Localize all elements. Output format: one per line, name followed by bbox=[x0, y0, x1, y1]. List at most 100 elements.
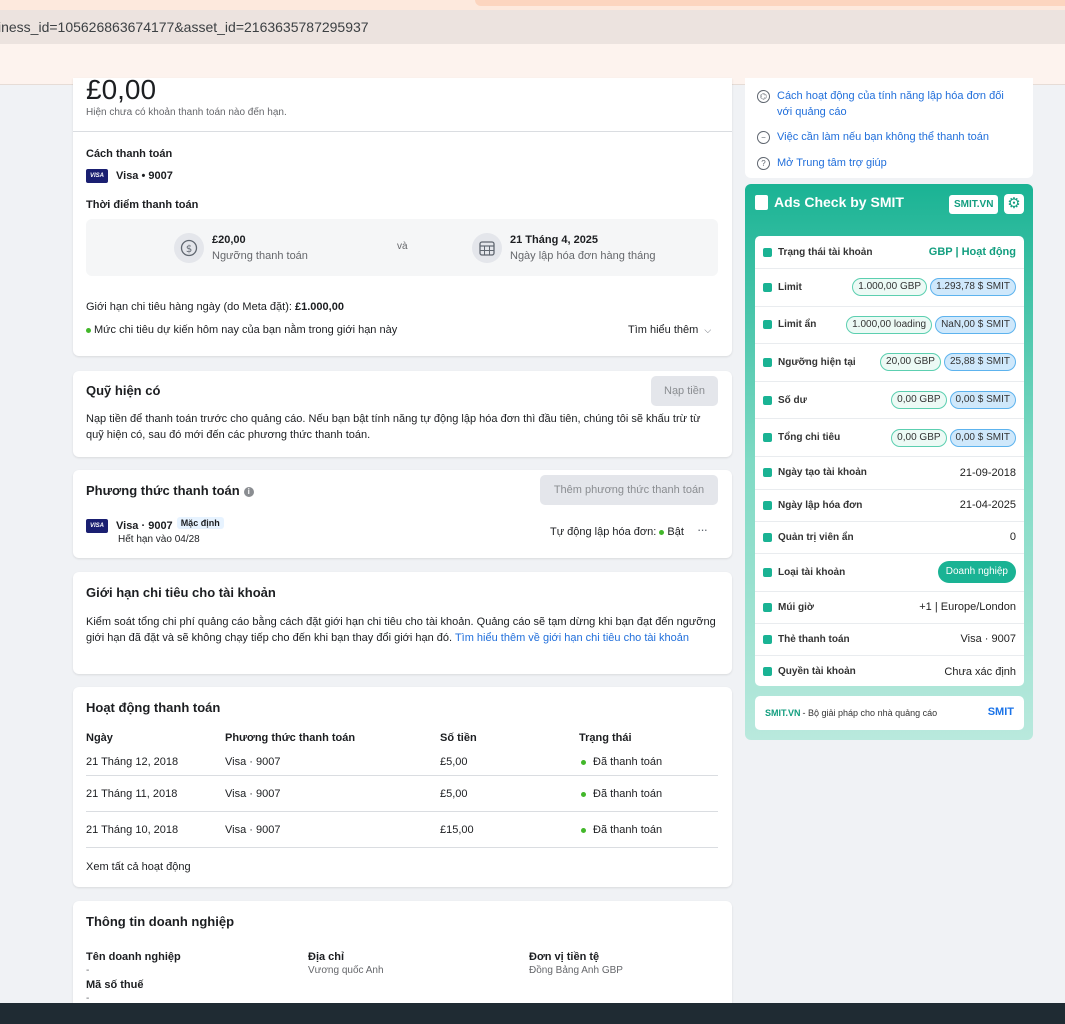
methods-header: Phương thức thanh toán i bbox=[86, 483, 254, 498]
browser-tab[interactable] bbox=[475, 0, 1065, 6]
browser-tabstrip bbox=[0, 0, 1065, 10]
table-row[interactable]: 21 Tháng 11, 2018 Visa · 9007 £5,00 Đã t… bbox=[86, 776, 718, 812]
help-links-card: ⌬ Cách hoạt động của tính năng lập hóa đơ… bbox=[745, 78, 1033, 178]
smit-label: Ngày lập hóa đơn bbox=[778, 499, 863, 511]
row-method: Visa · 9007 bbox=[225, 788, 281, 800]
learn-more-link[interactable]: Tìm hiểu thêm ⌵ bbox=[628, 322, 711, 338]
credit-card-icon bbox=[763, 634, 772, 644]
more-options-icon[interactable]: ··· bbox=[697, 522, 708, 537]
smit-chip: 1.293,78 $ SMIT bbox=[930, 278, 1016, 297]
smit-label: Số dư bbox=[778, 394, 807, 406]
row-status-text: Đã thanh toán bbox=[593, 824, 663, 836]
smit-row-balance: Số dư 0,00 GBP 0,00 $ SMIT bbox=[755, 382, 1024, 420]
receipt-icon bbox=[763, 500, 772, 510]
payment-method-item[interactable]: VISA Visa · 9007 Mặc định bbox=[86, 517, 224, 533]
activity-title: Hoạt động thanh toán bbox=[86, 700, 221, 715]
limit-title: Giới hạn chi tiêu cho tài khoản bbox=[86, 585, 276, 600]
visa-icon: VISA bbox=[86, 169, 108, 183]
smit-label: Limit bbox=[778, 281, 802, 293]
smit-chip: NaN,00 $ SMIT bbox=[935, 315, 1016, 334]
default-badge: Mặc định bbox=[176, 517, 224, 529]
smit-site-button[interactable]: SMIT.VN bbox=[949, 195, 999, 214]
network-icon: ⌬ bbox=[757, 90, 770, 103]
smit-row-bill-date: Ngày lập hóa đơn 21-04-2025 bbox=[755, 490, 1024, 522]
table-row[interactable]: 21 Tháng 12, 2018 Visa · 9007 £5,00 Đã t… bbox=[86, 750, 718, 776]
smit-chip: 0,00 GBP bbox=[891, 391, 947, 410]
daily-note-text: Mức chi tiêu dự kiến hôm nay của bạn nằm… bbox=[94, 324, 398, 336]
question-icon: ? bbox=[757, 157, 770, 170]
payment-activity-card: Hoạt động thanh toán Ngày Phương thức th… bbox=[73, 687, 732, 887]
amount-note: Hiện chưa có khoản thanh toán nào đến hạ… bbox=[86, 107, 287, 118]
smit-value: 21-09-2018 bbox=[959, 466, 1016, 479]
currency-value: Đồng Bảng Anh GBP bbox=[529, 965, 623, 976]
smit-label: Loại tài khoản bbox=[778, 566, 846, 578]
payment-time-title: Thời điểm thanh toán bbox=[86, 199, 199, 211]
row-date: 21 Tháng 10, 2018 bbox=[86, 824, 179, 836]
smit-row-card: Thẻ thanh toán Visa · 9007 bbox=[755, 624, 1024, 656]
smit-label: Ngưỡng hiện tại bbox=[778, 356, 856, 368]
url-text: iness_id=105626863674177&asset_id=216363… bbox=[0, 19, 369, 35]
row-amount: £15,00 bbox=[440, 824, 474, 836]
funds-description: Nạp tiền để thanh toán trước cho quảng c… bbox=[86, 413, 701, 441]
smit-chip: 25,88 $ SMIT bbox=[943, 353, 1016, 372]
smit-chip: 0,00 $ SMIT bbox=[949, 428, 1016, 447]
tax-id-label: Mã số thuế bbox=[86, 979, 144, 991]
payment-card: VISA Visa • 9007 bbox=[86, 169, 173, 183]
view-all-activity-link[interactable]: Xem tất cả hoạt động bbox=[86, 859, 191, 875]
business-name-label: Tên doanh nghiệp bbox=[86, 951, 181, 963]
daily-limit-value: £1.000,00 bbox=[295, 301, 344, 313]
row-status-text: Đã thanh toán bbox=[593, 756, 663, 768]
id-card-icon bbox=[763, 567, 772, 577]
help-link-text: Việc cần làm nếu bạn không thể thanh toá… bbox=[777, 131, 990, 143]
daily-note: Mức chi tiêu dự kiến hôm nay của bạn nằm… bbox=[86, 322, 397, 338]
dollar-icon: $ bbox=[174, 233, 204, 263]
daily-limit-text: Giới hạn chi tiêu hàng ngày (do Meta đặt… bbox=[86, 301, 295, 313]
calendar-icon bbox=[763, 468, 772, 478]
info-icon[interactable]: i bbox=[243, 486, 254, 497]
help-link-help-center[interactable]: ? Mở Trung tâm trợ giúp bbox=[757, 155, 887, 171]
help-link-billing[interactable]: ⌬ Cách hoạt động của tính năng lập hóa đơ… bbox=[757, 88, 1019, 120]
add-payment-method-button[interactable]: Thêm phương thức thanh toán bbox=[540, 475, 718, 505]
help-link-text: Cách hoạt động của tính năng lập hóa đơn… bbox=[777, 90, 1004, 118]
col-status: Trạng thái bbox=[579, 732, 632, 744]
smit-chip: 20,00 GBP bbox=[880, 353, 941, 372]
smit-label: Thẻ thanh toán bbox=[778, 633, 850, 645]
smit-label: Ngày tạo tài khoản bbox=[778, 467, 867, 479]
eye-off-icon bbox=[763, 320, 772, 330]
business-name-value: - bbox=[86, 965, 90, 976]
smit-footer-text: - Bộ giải pháp cho nhà quảng cáo bbox=[802, 708, 938, 718]
smit-chip: 1.000,00 loading bbox=[846, 315, 933, 334]
smit-chip: 0,00 $ SMIT bbox=[949, 391, 1016, 410]
smit-info-list: Trạng thái tài khoản GBP | Hoạt động Limi… bbox=[755, 236, 1024, 686]
smit-chip: 1.000,00 GBP bbox=[852, 278, 928, 297]
add-funds-button[interactable]: Nạp tiền bbox=[651, 376, 718, 406]
smit-row-limit: Limit 1.000,00 GBP 1.293,78 $ SMIT bbox=[755, 269, 1024, 307]
amount-due: £0,00 bbox=[86, 78, 157, 105]
available-funds-card: Quỹ hiện có Nạp tiền Nạp tiền để thanh t… bbox=[73, 371, 732, 457]
card-icon bbox=[763, 282, 772, 292]
status-dot bbox=[581, 827, 586, 833]
business-title: Thông tin doanh nghiệp bbox=[86, 914, 235, 929]
globe-icon bbox=[763, 602, 772, 612]
funds-title: Quỹ hiện có bbox=[86, 383, 161, 398]
methods-title: Phương thức thanh toán bbox=[86, 483, 240, 498]
smit-footer-brand[interactable]: SMIT.VN bbox=[765, 708, 801, 718]
bill-date-value: 21 Tháng 4, 2025 bbox=[510, 234, 599, 246]
limit-learn-more-link[interactable]: Tìm hiểu thêm về giới hạn chi tiêu cho t… bbox=[455, 632, 689, 644]
status-dot bbox=[581, 791, 586, 797]
table-row[interactable]: 21 Tháng 10, 2018 Visa · 9007 £15,00 Đã … bbox=[86, 812, 718, 848]
address-bar[interactable]: iness_id=105626863674177&asset_id=216363… bbox=[0, 10, 1065, 44]
card-expiry: Hết hạn vào 04/28 bbox=[118, 534, 200, 545]
spending-limit-card: Giới hạn chi tiêu cho tài khoản Kiểm soá… bbox=[73, 572, 732, 674]
gear-icon[interactable]: ⚙ bbox=[1004, 194, 1024, 214]
row-date: 21 Tháng 11, 2018 bbox=[86, 788, 178, 800]
calendar-icon bbox=[472, 233, 502, 263]
smit-header: Ads Check by SMIT bbox=[755, 194, 904, 210]
smit-logo: SMIT bbox=[987, 706, 1014, 718]
smit-row-timezone: Múi giờ +1 | Europe/London bbox=[755, 592, 1024, 624]
help-link-cannot-pay[interactable]: − Việc cần làm nếu bạn không thể thanh to… bbox=[757, 129, 989, 145]
smit-value: 0 bbox=[1009, 531, 1016, 544]
visa-icon: VISA bbox=[86, 519, 108, 533]
smit-footer: SMIT.VN - Bộ giải pháp cho nhà quảng cáo… bbox=[755, 696, 1024, 730]
smit-value: +1 | Europe/London bbox=[919, 601, 1016, 614]
